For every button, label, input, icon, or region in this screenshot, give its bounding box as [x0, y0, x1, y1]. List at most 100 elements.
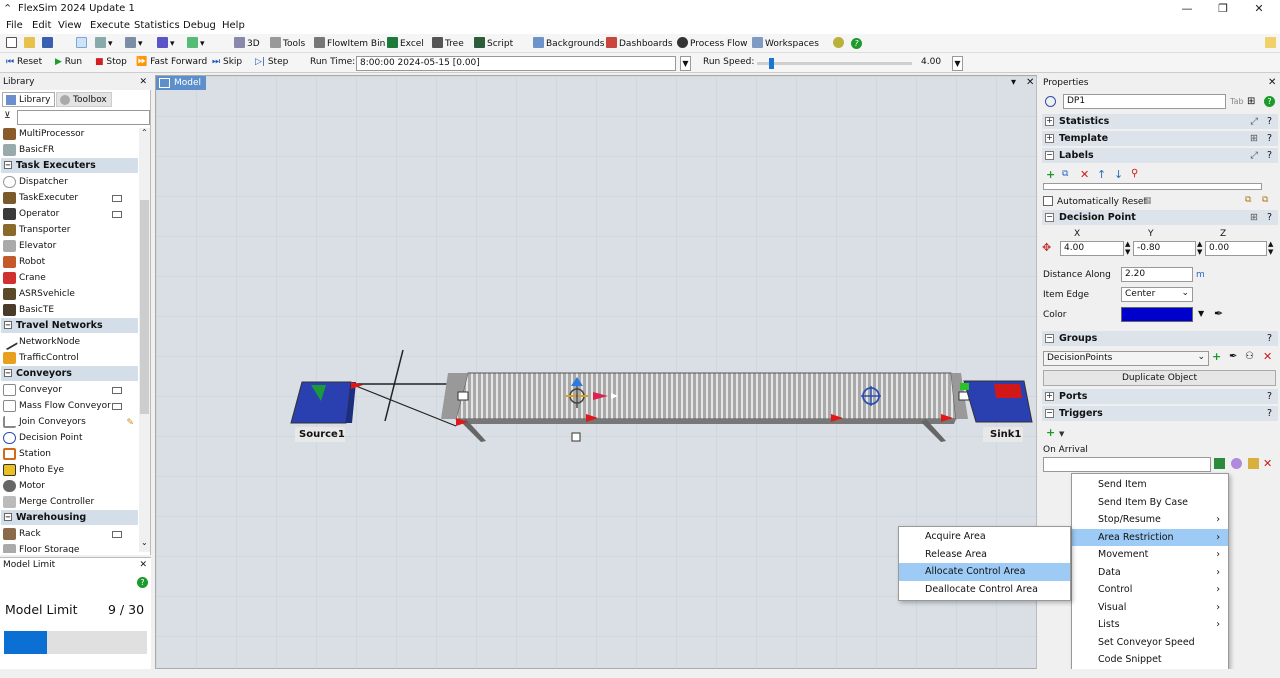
- color-dropdown-icon[interactable]: ▼: [1198, 309, 1204, 318]
- collapse-icon[interactable]: −: [4, 161, 12, 169]
- menu-item-deallocate-control-area[interactable]: Deallocate Control Area: [899, 581, 1070, 599]
- menu-item-control[interactable]: Control ›: [1072, 581, 1228, 599]
- paste-labels-icon[interactable]: ⧉: [1262, 195, 1268, 205]
- help-icon[interactable]: ?: [851, 37, 864, 49]
- move-up-icon[interactable]: ↑: [1097, 168, 1106, 181]
- help-icon[interactable]: ?: [1267, 331, 1272, 346]
- library-item-robot[interactable]: Robot: [0, 254, 137, 270]
- on-arrival-field[interactable]: [1043, 457, 1211, 472]
- object-template-icon[interactable]: [112, 531, 122, 538]
- new-model-icon[interactable]: [6, 37, 19, 49]
- workspaces-button[interactable]: Workspaces: [752, 37, 819, 49]
- add-label-icon[interactable]: +: [1046, 168, 1055, 181]
- z-spinner-icon[interactable]: ▲ ▼: [1268, 240, 1273, 256]
- menu-debug[interactable]: Debug: [183, 20, 216, 31]
- stop-button[interactable]: ■ Stop: [95, 57, 127, 67]
- groups-select[interactable]: DecisionPoints ⌄: [1043, 351, 1209, 366]
- library-item-taskexecuter[interactable]: TaskExecuter: [0, 190, 137, 206]
- position-x-field[interactable]: 4.00: [1060, 241, 1124, 256]
- library-item-operator[interactable]: Operator: [0, 206, 137, 222]
- category-conveyors[interactable]: − Conveyors: [1, 366, 138, 381]
- flowitem-bin-button[interactable]: FlowItem Bin: [314, 37, 385, 49]
- close-library-icon[interactable]: ✕: [139, 77, 147, 87]
- process-flow-button[interactable]: Process Flow: [677, 37, 748, 49]
- selection-handle[interactable]: [571, 432, 581, 442]
- template-icon[interactable]: ⊞: [1250, 131, 1258, 146]
- menu-item-stop-resume[interactable]: Stop/Resume ›: [1072, 511, 1228, 529]
- help-icon[interactable]: ?: [1267, 406, 1272, 421]
- x-spinner-icon[interactable]: ▲ ▼: [1125, 240, 1130, 256]
- maximize-button[interactable]: ❐: [1206, 0, 1240, 18]
- color-mode-icon[interactable]: ▾: [157, 37, 175, 49]
- reset-values-icon[interactable]: ▦: [1143, 196, 1152, 206]
- collapse-icon[interactable]: −: [1045, 334, 1054, 343]
- menu-item-send-item[interactable]: Send Item: [1072, 476, 1228, 494]
- backgrounds-button[interactable]: Backgrounds: [533, 37, 604, 49]
- library-item-motor[interactable]: Motor: [0, 478, 137, 494]
- section-decision-point[interactable]: − Decision Point ⊞?: [1042, 210, 1278, 225]
- library-item-join-conveyors[interactable]: Join Conveyors ✎: [0, 414, 137, 430]
- section-triggers[interactable]: − Triggers?: [1042, 406, 1278, 421]
- scroll-up-icon[interactable]: ⌃: [141, 128, 148, 137]
- library-item-decision-point[interactable]: Decision Point: [0, 430, 137, 446]
- library-scroll-thumb[interactable]: [140, 200, 149, 414]
- run-speed-slider-thumb[interactable]: [769, 58, 774, 69]
- eyedropper-icon[interactable]: ✒: [1214, 307, 1223, 320]
- menu-item-allocate-control-area[interactable]: Allocate Control Area: [899, 563, 1070, 581]
- pencil-icon[interactable]: ✎: [126, 415, 134, 431]
- model-dropdown-icon[interactable]: ▾: [1011, 77, 1016, 88]
- library-item-rack[interactable]: Rack: [0, 526, 137, 542]
- skip-button[interactable]: ⏭ Skip: [212, 57, 242, 67]
- menu-item-movement[interactable]: Movement ›: [1072, 546, 1228, 564]
- fast-forward-button[interactable]: ⏩ Fast Forward: [136, 57, 207, 67]
- color-swatch[interactable]: [1121, 307, 1193, 322]
- menu-item-lists[interactable]: Lists ›: [1072, 616, 1228, 634]
- collapse-icon[interactable]: −: [1045, 409, 1054, 418]
- collapse-icon[interactable]: −: [4, 513, 12, 521]
- dashboards-button[interactable]: Dashboards: [606, 37, 673, 49]
- remove-trigger-icon[interactable]: ✕: [1263, 457, 1272, 470]
- duplicate-object-button[interactable]: Duplicate Object: [1043, 370, 1276, 386]
- collapse-icon[interactable]: −: [4, 321, 12, 329]
- library-item-merge-controller[interactable]: Merge Controller: [0, 494, 137, 510]
- object-name-field[interactable]: DP1: [1063, 94, 1226, 109]
- library-item-dispatcher[interactable]: Dispatcher: [0, 174, 137, 190]
- category-travel-networks[interactable]: − Travel Networks: [1, 318, 138, 333]
- excel-button[interactable]: Excel: [387, 37, 424, 49]
- run-time-field[interactable]: 8:00:00 2024-05-15 [0.00]: [356, 56, 676, 71]
- duplicate-label-icon[interactable]: ⧉: [1062, 169, 1068, 179]
- tree-button[interactable]: Tree: [432, 37, 464, 49]
- object-template-icon[interactable]: [112, 403, 122, 410]
- library-item-photo-eye[interactable]: Photo Eye: [0, 462, 137, 478]
- labels-table[interactable]: [1043, 183, 1262, 190]
- menu-execute[interactable]: Execute: [90, 20, 130, 31]
- help-icon[interactable]: ?: [1267, 389, 1272, 404]
- library-item-basicte[interactable]: BasicTE: [0, 302, 137, 318]
- menu-item-release-area[interactable]: Release Area: [899, 546, 1070, 564]
- close-model-icon[interactable]: ✕: [1026, 77, 1034, 88]
- collapse-icon[interactable]: −: [1045, 213, 1054, 222]
- help-icon[interactable]: ?: [1267, 114, 1272, 129]
- section-groups[interactable]: − Groups?: [1042, 331, 1278, 346]
- menu-item-acquire-area[interactable]: Acquire Area: [899, 528, 1070, 546]
- script-button[interactable]: Script: [474, 37, 513, 49]
- distance-along-field[interactable]: 2.20: [1121, 267, 1193, 282]
- section-ports[interactable]: + Ports?: [1042, 389, 1278, 404]
- section-statistics[interactable]: + Statistics ⤢?: [1042, 114, 1278, 129]
- template-icon[interactable]: ⊞: [1250, 210, 1258, 225]
- sample-group-icon[interactable]: ✒: [1229, 351, 1237, 362]
- y-spinner-icon[interactable]: ▲ ▼: [1197, 240, 1202, 256]
- category-task-executers[interactable]: − Task Executers: [1, 158, 138, 173]
- expand-icon[interactable]: +: [1045, 134, 1054, 143]
- select-mode-icon[interactable]: [76, 37, 89, 49]
- menu-view[interactable]: View: [58, 20, 82, 31]
- category-warehousing[interactable]: − Warehousing: [1, 510, 138, 525]
- connect-mode-icon[interactable]: ▾: [95, 37, 113, 49]
- close-model-limit-icon[interactable]: ✕: [139, 560, 147, 570]
- library-item-elevator[interactable]: Elevator: [0, 238, 137, 254]
- minimize-button[interactable]: —: [1170, 0, 1204, 18]
- copy-labels-icon[interactable]: ⧉: [1245, 195, 1251, 205]
- folder-icon[interactable]: [1265, 37, 1278, 49]
- menu-help[interactable]: Help: [222, 20, 245, 31]
- step-button[interactable]: ▷| Step: [255, 57, 288, 67]
